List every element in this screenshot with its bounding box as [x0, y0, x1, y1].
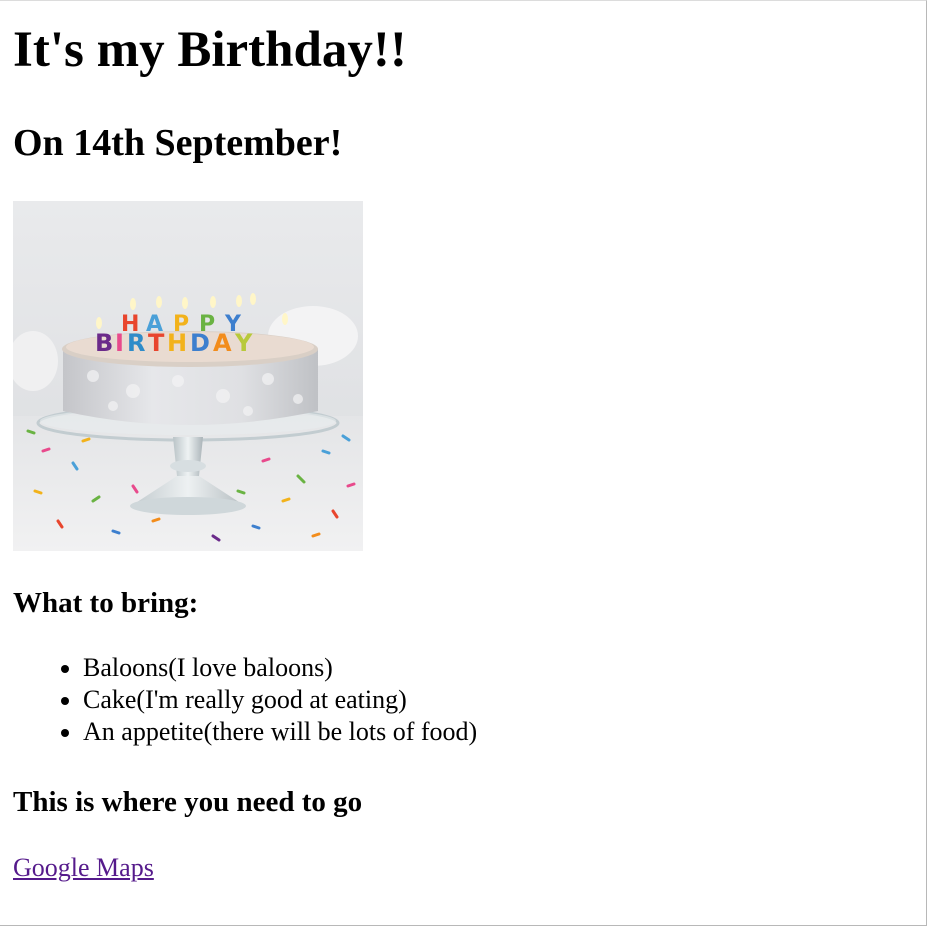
list-item: Baloons(I love baloons): [83, 652, 477, 684]
what-to-bring-heading: What to bring:: [13, 587, 199, 619]
svg-text:I: I: [115, 329, 124, 357]
svg-text:R: R: [127, 329, 145, 357]
birthday-cake-image: H A P P Y B I R T H D A Y: [13, 201, 363, 551]
where-to-go-heading: This is where you need to go: [13, 786, 363, 818]
date-heading: On 14th September!: [13, 122, 343, 164]
svg-text:A: A: [213, 329, 232, 357]
list-item: An appetite(there will be lots of food): [83, 716, 477, 748]
page-title: It's my Birthday!!: [13, 22, 407, 78]
svg-text:H: H: [167, 329, 187, 357]
page: It's my Birthday!! On 14th September! H …: [0, 0, 927, 926]
svg-text:B: B: [95, 329, 113, 357]
list-item: Cake(I'm really good at eating): [83, 684, 477, 716]
google-maps-link[interactable]: Google Maps: [13, 852, 154, 884]
svg-text:D: D: [190, 329, 210, 357]
svg-text:Y: Y: [234, 329, 253, 357]
bring-list: Baloons(I love baloons) Cake(I'm really …: [13, 652, 477, 748]
svg-text:T: T: [148, 329, 165, 357]
